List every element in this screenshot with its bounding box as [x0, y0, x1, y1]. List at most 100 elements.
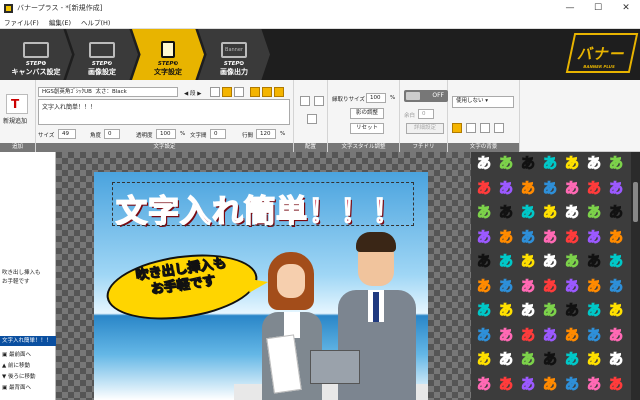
step-canvas-settings[interactable]: STEP❶ キャンバス設定 [0, 29, 72, 80]
text-style-swatch[interactable]: あ [606, 301, 626, 321]
text-style-swatch[interactable]: あ [474, 350, 494, 370]
text-style-swatch[interactable]: あ [518, 252, 538, 272]
text-style-swatch[interactable]: あ [496, 154, 516, 174]
selection-box[interactable] [112, 182, 414, 226]
banner-canvas[interactable]: 文字入れ簡単！！！ 吹き出し挿入も お手軽です [94, 172, 428, 400]
text-style-swatch[interactable]: あ [562, 228, 582, 248]
angle-input[interactable]: 0 [104, 129, 120, 139]
text-style-swatch[interactable]: あ [562, 277, 582, 297]
text-style-swatch[interactable]: あ [584, 375, 604, 395]
close-button[interactable]: ✕ [612, 0, 640, 16]
fuchidori-detail-button[interactable]: 詳細設定 [406, 123, 444, 134]
text-style-swatch[interactable]: あ [518, 179, 538, 199]
canvas-area[interactable]: 文字入れ簡単！！！ 吹き出し挿入も お手軽です [56, 152, 471, 400]
reset-button[interactable]: リセット [350, 123, 384, 134]
text-style-swatch[interactable]: あ [518, 326, 538, 346]
text-style-swatch[interactable]: あ [562, 375, 582, 395]
text-style-swatch[interactable]: あ [496, 326, 516, 346]
text-style-swatch[interactable]: あ [518, 154, 538, 174]
step-image-settings[interactable]: STEP❷ 画像設定 [66, 29, 138, 80]
text-style-swatch[interactable]: あ [540, 277, 560, 297]
menu-file[interactable]: ファイル(F) [4, 17, 39, 27]
send-to-back-button[interactable]: ▣ 最背面へ [2, 383, 31, 391]
text-style-swatch[interactable]: あ [496, 375, 516, 395]
text-style-swatch[interactable]: あ [562, 179, 582, 199]
text-style-swatch[interactable]: あ [606, 203, 626, 223]
align-right-icon[interactable] [262, 87, 272, 97]
text-style-swatch[interactable]: あ [496, 228, 516, 248]
move-forward-button[interactable]: ▲ 前に移動 [2, 361, 30, 369]
text-style-swatch[interactable]: あ [540, 375, 560, 395]
text-style-swatch[interactable]: あ [540, 350, 560, 370]
text-style-swatch[interactable]: あ [584, 277, 604, 297]
text-style-swatch[interactable]: あ [496, 350, 516, 370]
fuchidori-toggle[interactable]: OFF [404, 90, 448, 102]
text-style-swatch[interactable]: あ [518, 375, 538, 395]
step-image-output[interactable]: Banner STEP❹ 画像出力 [198, 29, 270, 80]
text-style-swatch[interactable]: あ [474, 179, 494, 199]
text-style-swatch[interactable]: あ [584, 154, 604, 174]
text-style-swatch[interactable]: あ [562, 203, 582, 223]
text-style-swatch[interactable]: あ [496, 277, 516, 297]
layer-item-selected[interactable]: 文字入れ簡単！！！ [0, 336, 56, 346]
text-style-swatch[interactable]: あ [562, 252, 582, 272]
text-style-swatch[interactable]: あ [496, 203, 516, 223]
text-style-swatch[interactable]: あ [540, 326, 560, 346]
style-panel-scrollbar[interactable] [631, 152, 640, 400]
text-style-swatch[interactable]: あ [474, 252, 494, 272]
text-style-swatch[interactable]: あ [606, 326, 626, 346]
shadow-adjust-button[interactable]: 影の調整 [350, 108, 384, 119]
align-vertical-icon[interactable] [314, 96, 324, 106]
bold-icon[interactable] [210, 87, 220, 97]
font-select[interactable]: HGS創英角ｺﾞｼｯｸUB 太さ：Black [38, 87, 178, 97]
opacity-input[interactable]: 100 [156, 129, 176, 139]
text-style-swatch[interactable]: あ [606, 375, 626, 395]
spacing-input[interactable]: 0 [210, 129, 226, 139]
text-style-swatch[interactable]: あ [474, 375, 494, 395]
text-style-swatch[interactable]: あ [562, 326, 582, 346]
bring-to-front-button[interactable]: ▣ 最前面へ [2, 350, 31, 358]
text-style-swatch[interactable]: あ [562, 301, 582, 321]
outline-size-input[interactable]: 100 [366, 93, 386, 103]
text-style-swatch[interactable]: あ [474, 228, 494, 248]
vertical-text-icon[interactable] [274, 87, 284, 97]
text-style-swatch[interactable]: あ [562, 154, 582, 174]
align-center-icon[interactable] [250, 87, 260, 97]
text-style-swatch[interactable]: あ [584, 203, 604, 223]
menu-help[interactable]: ヘルプ(H) [81, 17, 110, 27]
text-style-swatch[interactable]: あ [584, 301, 604, 321]
text-style-swatch[interactable]: あ [540, 179, 560, 199]
maximize-button[interactable]: ☐ [584, 0, 612, 16]
text-style-swatch[interactable]: あ [474, 277, 494, 297]
text-style-swatch[interactable]: あ [540, 203, 560, 223]
background-select[interactable]: 使用しない ▾ [452, 96, 514, 108]
line-height-input[interactable]: 120 [256, 129, 276, 139]
minimize-button[interactable]: — [556, 0, 584, 16]
text-style-swatch[interactable]: あ [496, 179, 516, 199]
align-left-icon[interactable] [234, 87, 244, 97]
text-style-swatch[interactable]: あ [606, 228, 626, 248]
text-style-swatch[interactable]: あ [518, 277, 538, 297]
text-style-swatch[interactable]: あ [584, 252, 604, 272]
text-style-swatch[interactable]: あ [584, 326, 604, 346]
text-style-swatch[interactable]: あ [562, 350, 582, 370]
italic-icon[interactable] [222, 87, 232, 97]
align-center-both-icon[interactable] [307, 114, 317, 124]
add-text-button[interactable] [6, 94, 28, 114]
text-style-swatch[interactable]: あ [540, 252, 560, 272]
text-style-swatch[interactable]: あ [584, 228, 604, 248]
bg-style-1-icon[interactable] [452, 123, 462, 133]
text-style-swatch[interactable]: あ [474, 301, 494, 321]
layer-item[interactable]: 吹き出し挿入も [2, 268, 41, 276]
step-text-settings[interactable]: STEP❸ 文字設定 [132, 29, 204, 80]
text-style-swatch[interactable]: あ [474, 203, 494, 223]
text-style-swatch[interactable]: あ [518, 350, 538, 370]
text-style-swatch[interactable]: あ [518, 228, 538, 248]
bg-style-3-icon[interactable] [480, 123, 490, 133]
align-horizontal-icon[interactable] [300, 96, 310, 106]
text-style-swatch[interactable]: あ [606, 154, 626, 174]
text-style-swatch[interactable]: あ [606, 252, 626, 272]
text-style-swatch[interactable]: あ [540, 228, 560, 248]
margin-input[interactable]: 0 [418, 109, 434, 119]
text-style-swatch[interactable]: あ [606, 350, 626, 370]
